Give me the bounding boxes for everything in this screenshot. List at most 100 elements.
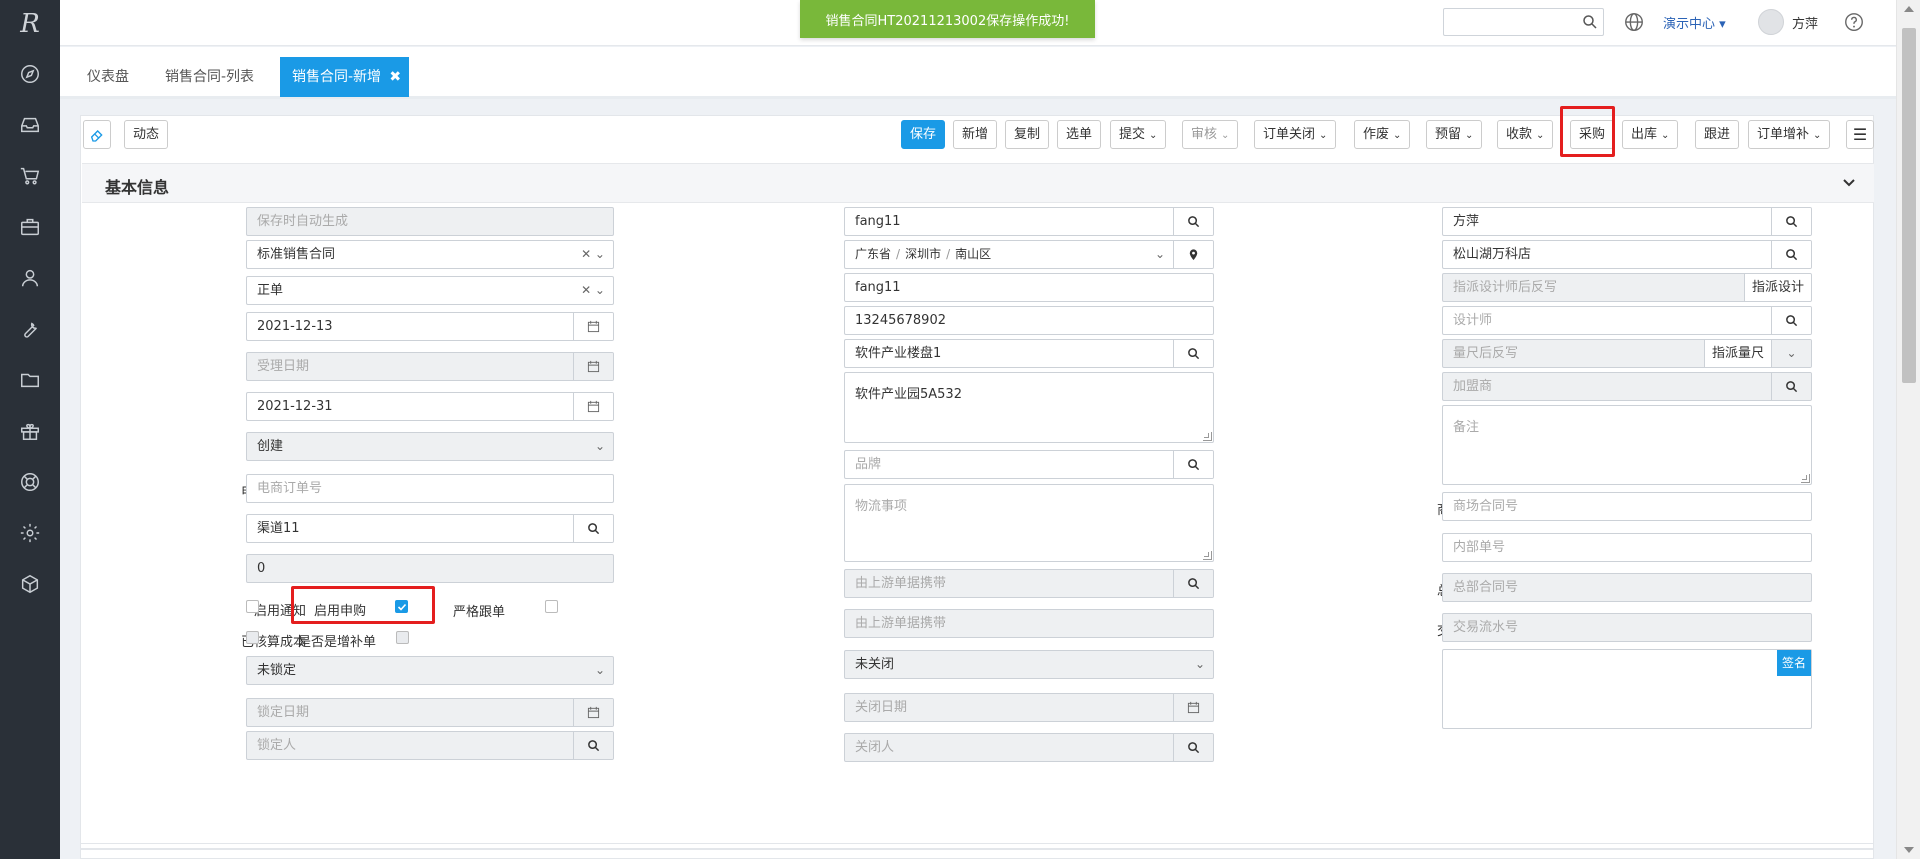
search-icon[interactable] xyxy=(1173,208,1213,235)
internal-no-field[interactable]: 内部单号 xyxy=(1442,533,1812,562)
scroll-up-icon[interactable] xyxy=(1904,6,1914,12)
doc-type-select[interactable]: 标准销售合同 ✕ ⌄ xyxy=(246,240,614,269)
search-icon[interactable] xyxy=(1173,734,1213,761)
calendar-icon[interactable] xyxy=(573,353,613,380)
clear-chevron-icon[interactable]: ✕ ⌄ xyxy=(581,241,605,268)
sign-button[interactable]: 签名 xyxy=(1777,650,1811,676)
consignee-field[interactable]: fang11 xyxy=(844,273,1214,302)
chevron-down-icon[interactable] xyxy=(1842,176,1856,190)
outbound-dropdown[interactable]: 出库 ⌄ xyxy=(1622,120,1679,149)
close-icon[interactable]: ✖ xyxy=(389,57,401,97)
logistics-textarea[interactable]: 物流事项 xyxy=(844,484,1214,562)
supplement-dropdown[interactable]: 订单增补 ⌄ xyxy=(1748,120,1831,149)
reserve-dropdown[interactable]: 预留 ⌄ xyxy=(1426,120,1483,149)
tab-contract-list[interactable]: 销售合同-列表 xyxy=(153,57,266,97)
building-field[interactable]: 软件产业楼盘1 xyxy=(844,339,1214,368)
add-button[interactable]: 新增 xyxy=(953,120,998,149)
help-icon[interactable] xyxy=(1843,11,1865,33)
lifebuoy-icon[interactable] xyxy=(0,456,60,507)
eraser-button[interactable] xyxy=(83,120,111,149)
sales-dept-field[interactable]: 松山湖万科店 xyxy=(1442,240,1812,269)
designer-field[interactable]: 设计师 xyxy=(1442,306,1812,335)
scroll-down-icon[interactable] xyxy=(1904,847,1914,853)
scrollbar-thumb[interactable] xyxy=(1902,28,1916,383)
resize-grip-icon[interactable] xyxy=(1801,474,1810,483)
user-name[interactable]: 方萍 xyxy=(1792,13,1818,32)
franchisee-field[interactable]: 加盟商 xyxy=(1442,372,1812,401)
void-dropdown[interactable]: 作废 ⌄ xyxy=(1354,120,1411,149)
user-icon[interactable] xyxy=(0,252,60,303)
design-plan-field[interactable]: 指派设计师后反写 指派设计 xyxy=(1442,273,1812,302)
biz-date-field[interactable]: 2021-12-13 xyxy=(246,312,614,341)
search-input[interactable] xyxy=(1444,9,1574,35)
avatar[interactable] xyxy=(1758,9,1784,35)
settings-icon[interactable] xyxy=(0,507,60,558)
global-search[interactable] xyxy=(1443,8,1604,36)
source-type-field[interactable]: 由上游单据携带 xyxy=(844,569,1214,598)
is-supplement-checkbox[interactable] xyxy=(396,631,409,644)
biz-type-select[interactable]: 正单 ✕ ⌄ xyxy=(246,276,614,305)
assign-design-button[interactable]: 指派设计 xyxy=(1743,274,1811,301)
strict-follow-checkbox[interactable] xyxy=(545,600,558,613)
search-icon[interactable] xyxy=(1771,241,1811,268)
copy-button[interactable]: 复制 xyxy=(1005,120,1050,149)
signature-area[interactable]: 签名 xyxy=(1442,649,1812,729)
audit-dropdown[interactable]: 审核 ⌄ xyxy=(1182,120,1239,149)
search-icon[interactable] xyxy=(573,515,613,542)
channel-field[interactable]: 渠道11 xyxy=(246,514,614,543)
measure-field[interactable]: 量尺后反写 指派量尺 ⌄ xyxy=(1442,339,1812,368)
search-icon[interactable] xyxy=(1173,340,1213,367)
clear-chevron-icon[interactable]: ✕ ⌄ xyxy=(581,277,605,304)
page-scrollbar[interactable] xyxy=(1896,0,1920,859)
search-icon[interactable] xyxy=(573,732,613,759)
submit-dropdown[interactable]: 提交 ⌄ xyxy=(1110,120,1167,149)
search-icon[interactable] xyxy=(1581,13,1599,31)
calendar-icon[interactable] xyxy=(1173,694,1213,721)
compass-icon[interactable] xyxy=(0,48,60,99)
gift-icon[interactable] xyxy=(0,405,60,456)
calendar-icon[interactable] xyxy=(573,393,613,420)
chevron-down-icon[interactable]: ⌄ xyxy=(1771,340,1811,367)
briefcase-icon[interactable] xyxy=(0,201,60,252)
locker-field[interactable]: 锁定人 xyxy=(246,731,614,760)
ecom-order-field[interactable]: 电商订单号 xyxy=(246,474,614,503)
invoice-amount-field[interactable]: 0 xyxy=(246,554,614,583)
txn-no-field[interactable]: 交易流水号 xyxy=(1442,613,1812,642)
source-no-field[interactable]: 由上游单据携带 xyxy=(844,609,1214,638)
closer-field[interactable]: 关闭人 xyxy=(844,733,1214,762)
calendar-icon[interactable] xyxy=(573,699,613,726)
resize-grip-icon[interactable] xyxy=(1203,551,1212,560)
map-pin-icon[interactable] xyxy=(1173,241,1213,268)
search-icon[interactable] xyxy=(1771,373,1811,400)
collect-dropdown[interactable]: 收款 ⌄ xyxy=(1497,120,1554,149)
search-icon[interactable] xyxy=(1771,307,1811,334)
close-status-select[interactable]: 未关闭 ⌄ xyxy=(844,650,1214,679)
close-date-field[interactable]: 关闭日期 xyxy=(844,693,1214,722)
close-order-dropdown[interactable]: 订单关闭 ⌄ xyxy=(1254,120,1337,149)
lock-date-field[interactable]: 锁定日期 xyxy=(246,698,614,727)
tenant-dropdown[interactable]: 演示中心 ▾ xyxy=(1663,13,1726,32)
hq-contract-field[interactable]: 总部合同号 xyxy=(1442,573,1812,602)
lock-status-select[interactable]: 未锁定 ⌄ xyxy=(246,656,614,685)
mall-contract-field[interactable]: 商场合同号 xyxy=(1442,492,1812,521)
phone-field[interactable]: 13245678902 xyxy=(844,306,1214,335)
customer-field[interactable]: fang11 xyxy=(844,207,1214,236)
resize-grip-icon[interactable] xyxy=(1203,432,1212,441)
globe-icon[interactable] xyxy=(1623,11,1645,33)
wrench-icon[interactable] xyxy=(0,303,60,354)
tab-dashboard[interactable]: 仪表盘 xyxy=(75,57,141,97)
remark-textarea[interactable]: 备注 xyxy=(1442,405,1812,485)
region-cascader[interactable]: 广东省 / 深圳市 / 南山区 ⌄ xyxy=(844,240,1214,269)
inbox-icon[interactable] xyxy=(0,99,60,150)
cart-icon[interactable] xyxy=(0,150,60,201)
follow-button[interactable]: 跟进 xyxy=(1695,120,1740,149)
folder-icon[interactable] xyxy=(0,354,60,405)
search-icon[interactable] xyxy=(1771,208,1811,235)
tab-contract-new[interactable]: 销售合同-新增 ✖ xyxy=(280,57,410,97)
delivery-date-field[interactable]: 2021-12-31 xyxy=(246,392,614,421)
search-icon[interactable] xyxy=(1173,451,1213,478)
search-icon[interactable] xyxy=(1173,570,1213,597)
cube-icon[interactable] xyxy=(0,558,60,609)
accept-date-field[interactable]: 受理日期 xyxy=(246,352,614,381)
address-textarea[interactable]: 软件产业园5A532 xyxy=(844,372,1214,443)
